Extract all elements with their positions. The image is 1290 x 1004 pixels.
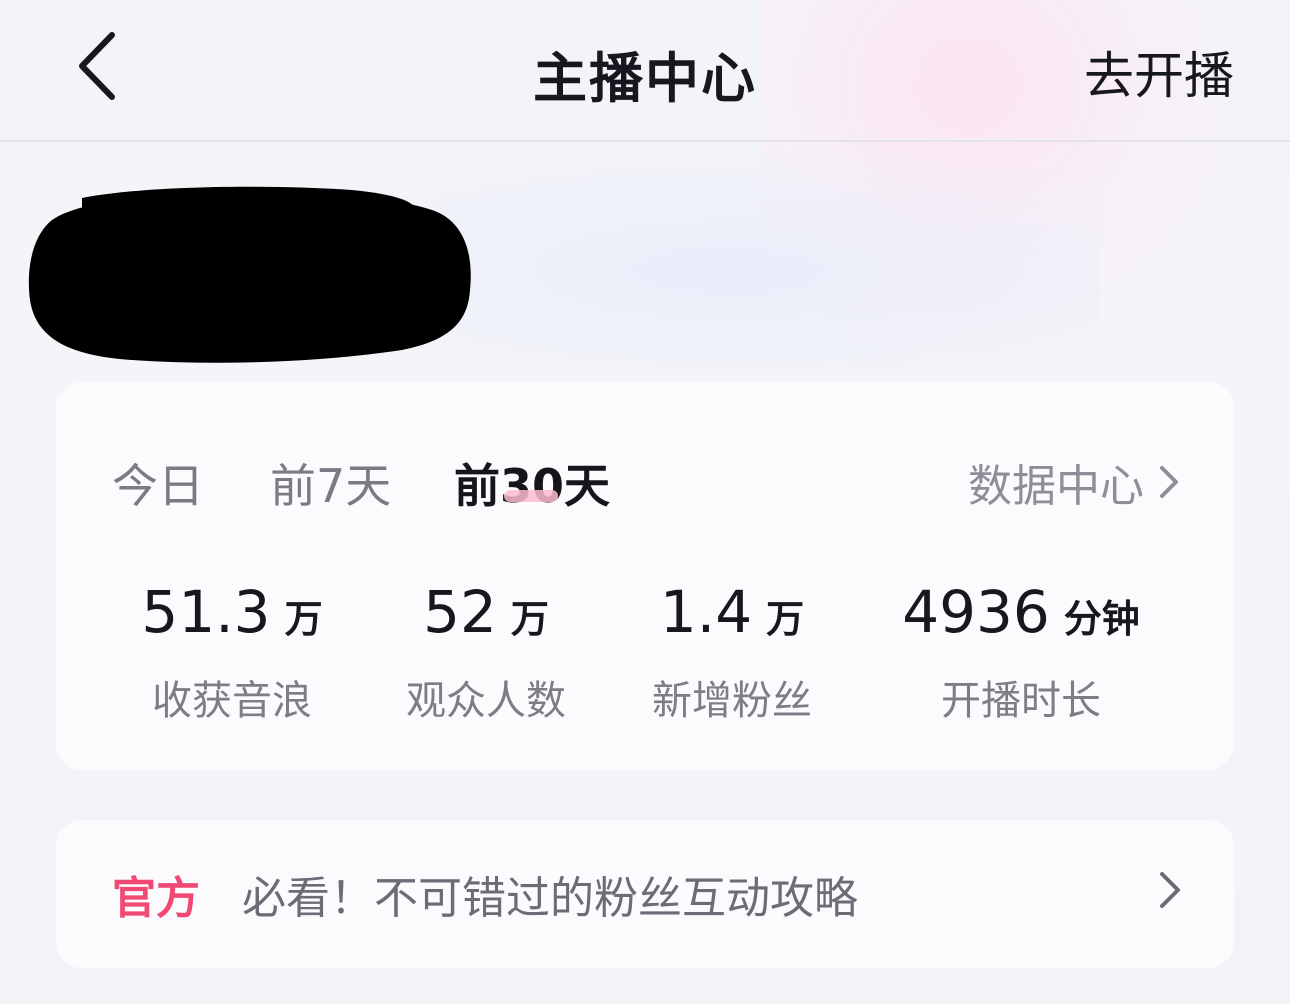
active-tab-indicator	[504, 490, 558, 502]
stat-label: 新增粉丝	[652, 678, 812, 724]
top-nav-bar: 主播中心 去开播	[0, 0, 1290, 142]
stat-value: 52	[423, 578, 497, 646]
stat-value: 51.3	[141, 578, 271, 646]
stat-value-row: 51.3 万	[122, 578, 342, 646]
stat-value-row: 52 万	[386, 578, 586, 646]
stat-value: 1.4	[659, 578, 753, 646]
data-center-link[interactable]: 数据中心	[968, 450, 1180, 514]
stat-income[interactable]: 51.3 万 收获音浪	[122, 578, 342, 726]
stat-viewers[interactable]: 52 万 观众人数	[386, 578, 586, 726]
notice-text: 必看！不可错过的粉丝互动攻略	[242, 873, 858, 924]
stat-unit: 万	[510, 597, 549, 641]
stat-value: 4936	[902, 578, 1050, 646]
stat-label: 观众人数	[406, 678, 566, 724]
stat-live-duration[interactable]: 4936 分钟 开播时长	[886, 578, 1156, 726]
stat-label: 收获音浪	[152, 678, 312, 724]
stat-unit: 万	[766, 597, 805, 641]
official-tag: 官方	[112, 873, 200, 924]
stat-new-fans[interactable]: 1.4 万 新增粉丝	[632, 578, 832, 726]
official-notice-banner[interactable]: 官方 必看！不可错过的粉丝互动攻略	[56, 820, 1234, 968]
chevron-right-icon	[1160, 466, 1178, 498]
data-center-label: 数据中心	[968, 461, 1144, 512]
tab-last-30-days[interactable]: 前30天	[454, 450, 610, 516]
stat-label: 开播时长	[941, 678, 1101, 724]
stat-unit: 分钟	[1063, 597, 1140, 641]
stat-unit: 万	[284, 597, 323, 641]
stat-value-row: 1.4 万	[632, 578, 832, 646]
go-live-button[interactable]: 去开播	[1084, 36, 1234, 108]
stats-card: 今日 前7天 前30天 数据中心 51.3 万 收获音浪 52 万 观众人数 1.4…	[56, 382, 1234, 770]
tab-last-7-days[interactable]: 前7天	[270, 450, 391, 516]
chevron-right-icon	[1160, 872, 1180, 908]
tab-today[interactable]: 今日	[112, 450, 204, 516]
redacted-profile-area	[28, 186, 471, 363]
stat-value-row: 4936 分钟	[886, 578, 1156, 646]
